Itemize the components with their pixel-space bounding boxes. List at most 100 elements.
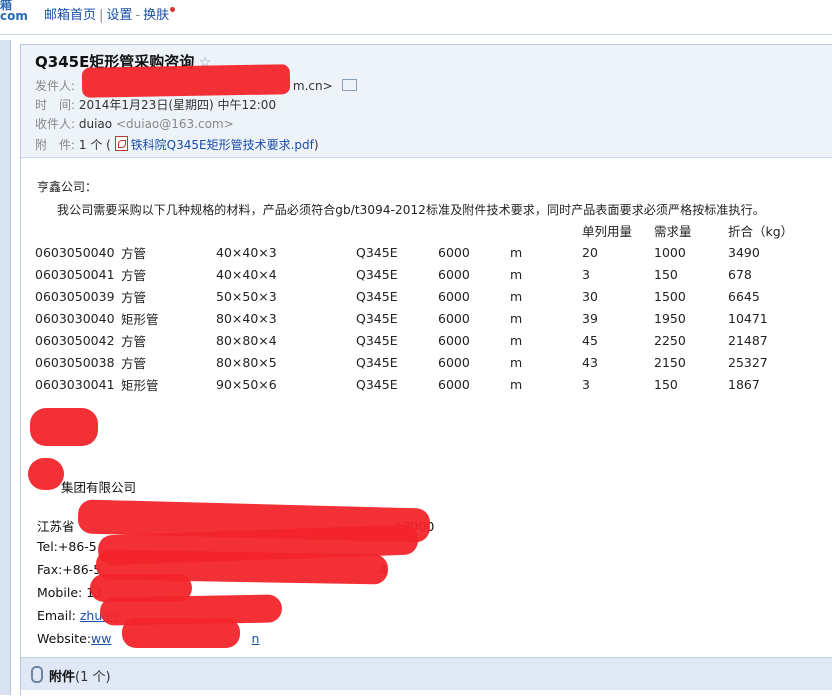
time-row: 时 间: 2014年1月23日(星期四) 中午12:00 <box>35 96 276 113</box>
table-cell: 矩形管 <box>121 377 159 393</box>
table-cell: 80×80×4 <box>216 332 277 348</box>
table-cell: 80×80×5 <box>216 354 277 370</box>
table-cell: 2250 <box>654 332 686 348</box>
table-cell: Q345E <box>356 288 398 304</box>
table-cell: 0603050038 <box>35 354 115 370</box>
sig-website-label: Website: <box>37 631 92 646</box>
sig-tel: Tel:+86-5 <box>37 539 97 554</box>
table-cell: 40×40×3 <box>216 244 277 260</box>
pdf-icon <box>114 136 128 151</box>
table-cell: 43 <box>582 354 598 370</box>
paperclip-icon <box>31 666 43 683</box>
col-header <box>35 219 121 241</box>
attachments-bar[interactable]: 附件(1 个) <box>21 657 832 690</box>
table-cell: 80×40×3 <box>216 310 277 326</box>
table-cell: 6000 <box>438 354 470 370</box>
table-cell: 6000 <box>438 244 470 260</box>
table-cell: Q345E <box>356 266 398 282</box>
table-cell: 30 <box>582 288 598 304</box>
col-header <box>510 219 582 241</box>
table-cell: 方管 <box>121 289 147 305</box>
table-cell: m <box>510 266 523 282</box>
notification-dot-icon <box>170 7 176 12</box>
attachment-count: 1 个 ( <box>78 138 111 152</box>
from-label: 发件人: <box>35 79 76 93</box>
table-cell: 方管 <box>121 333 147 349</box>
table-cell: m <box>510 310 523 326</box>
redaction-mark <box>30 408 98 446</box>
table-row: 0603050039 方管 50×50×3 Q345E 6000 m 30 1500 6645 <box>35 285 808 307</box>
from-value[interactable]: m.cn> <box>293 79 333 93</box>
contact-card-icon[interactable] <box>342 79 358 91</box>
table-cell: Q345E <box>356 376 398 392</box>
col-header <box>356 219 438 241</box>
table-cell: 90×50×6 <box>216 376 277 392</box>
table-cell: 1000 <box>654 244 686 260</box>
table-cell: 6645 <box>728 288 760 304</box>
table-cell: 50×50×3 <box>216 288 277 304</box>
table-cell: m <box>510 288 523 304</box>
table-cell: 0603030040 <box>35 310 115 326</box>
sig-website-link[interactable]: ww <box>91 631 111 646</box>
table-row: 0603050040 方管 40×40×3 Q345E 6000 m 20 1000 3490 <box>35 241 808 263</box>
table-cell: m <box>510 332 523 348</box>
to-name[interactable]: duiao <box>79 117 112 131</box>
table-cell: 45 <box>582 332 598 348</box>
skin-link[interactable]: 换肤 <box>143 8 169 23</box>
col-header <box>121 219 216 241</box>
table-row: 0603050042 方管 80×80×4 Q345E 6000 m 45 2250 21487 <box>35 329 808 351</box>
table-cell: 方管 <box>121 355 147 371</box>
table-cell: 2150 <box>654 354 686 370</box>
to-row: 收件人: duiao <duiao@163.com> <box>35 115 234 132</box>
time-value: 2014年1月23日(星期四) 中午12:00 <box>78 98 277 112</box>
body-paragraph: 我公司需要采购以下几种规格的材料，产品必须符合gb/t3094-2012标准及附… <box>57 203 765 217</box>
table-row: 0603050041 方管 40×40×4 Q345E 6000 m 3 150 678 <box>35 263 808 285</box>
table-cell: 39 <box>582 310 598 326</box>
table-cell: 40×40×4 <box>216 266 277 282</box>
table-cell: m <box>510 376 523 392</box>
attachment-label: 附 件: <box>35 138 76 152</box>
table-cell: 1500 <box>654 288 686 304</box>
settings-link[interactable]: 设置 <box>106 8 132 23</box>
table-cell: 0603030041 <box>35 376 115 392</box>
table-cell: 6000 <box>438 332 470 348</box>
table-body: 0603050040 方管 40×40×3 Q345E 6000 m 20 1000 3490 0… <box>35 241 808 395</box>
attachment-file-link[interactable]: 铁科院Q345E矩形管技术要求.pdf <box>131 138 314 152</box>
sig-fax-prefix: Fax:+86-5 <box>37 562 102 577</box>
col-header <box>216 219 356 241</box>
table-cell: 1867 <box>728 376 760 392</box>
table-cell: 方管 <box>121 245 147 261</box>
redaction-mark <box>28 458 64 490</box>
top-bar: 箱 com 邮箱首页 | 设置 - 换肤 <box>0 0 832 35</box>
table-cell: 10471 <box>728 310 768 326</box>
to-label: 收件人: <box>35 117 76 131</box>
attachments-title-text: 附件 <box>49 670 76 685</box>
table-cell: 678 <box>728 266 752 282</box>
table-cell: 3 <box>582 376 590 392</box>
separator: | <box>99 8 104 23</box>
table-cell: 0603050042 <box>35 332 115 348</box>
logo-line2: com <box>0 9 28 23</box>
table-cell: 1950 <box>654 310 686 326</box>
table-cell: 6000 <box>438 288 470 304</box>
table-cell: 25327 <box>728 354 768 370</box>
table-cell: 3490 <box>728 244 760 260</box>
to-email: <duiao@163.com> <box>115 117 234 131</box>
top-links: 邮箱首页 | 设置 - 换肤 <box>44 4 176 23</box>
table-cell: 150 <box>654 376 678 392</box>
dash: - <box>135 8 141 23</box>
mail-logo[interactable]: 箱 com <box>0 0 28 23</box>
table-cell: m <box>510 244 523 260</box>
sig-website-suffix[interactable]: n <box>252 631 260 646</box>
attachment-close: ) <box>313 138 319 152</box>
mail-home-link[interactable]: 邮箱首页 <box>44 8 96 23</box>
attachments-title: 附件(1 个) <box>49 666 111 685</box>
attachments-count: (1 个) <box>75 670 111 685</box>
table-cell: 150 <box>654 266 678 282</box>
col-header-unit-usage: 单列用量 <box>582 223 633 239</box>
table-cell: 矩形管 <box>121 311 159 327</box>
left-sidebar-edge <box>0 40 11 695</box>
table-cell: 6000 <box>438 310 470 326</box>
table-row: 0603050038 方管 80×80×5 Q345E 6000 m 43 2150 25327 <box>35 351 808 373</box>
table-cell: 0603050039 <box>35 288 115 304</box>
